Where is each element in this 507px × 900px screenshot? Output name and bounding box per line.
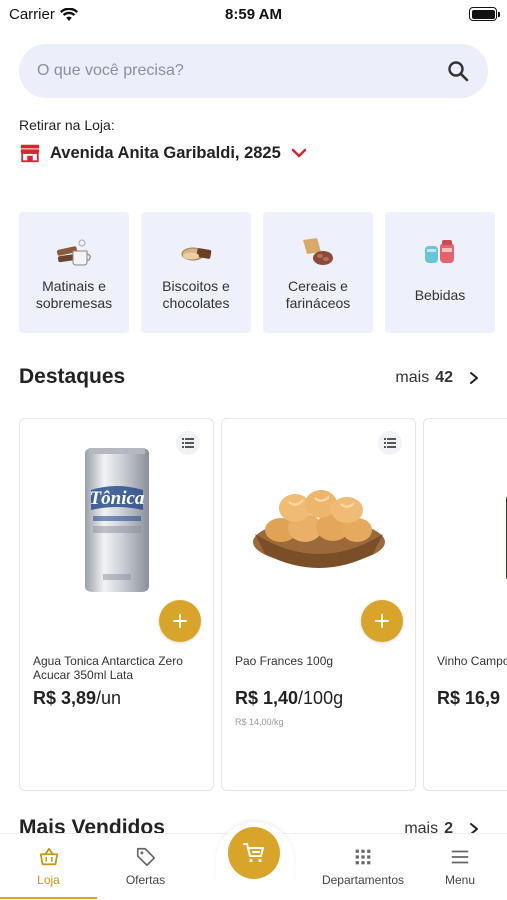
cereals-icon <box>303 238 333 265</box>
active-indicator <box>0 897 97 899</box>
category-label: Matinais e sobremesas <box>35 278 113 311</box>
product-price: R$ 3,89/un <box>33 688 121 709</box>
wine-bottle-image[interactable] <box>424 435 507 605</box>
category-card-cereals[interactable]: Cereais e farináceos <box>263 212 373 333</box>
highlights-title: Destaques <box>19 365 126 388</box>
battery-icon <box>469 7 500 21</box>
chevron-right-icon[interactable] <box>467 371 481 385</box>
product-price: R$ 1,40/100g <box>235 688 343 709</box>
add-to-cart-button[interactable] <box>159 600 201 642</box>
status-bar: Carrier 8:59 AM <box>0 0 507 30</box>
add-to-cart-button[interactable] <box>361 600 403 642</box>
product-unit-price: R$ 14,00/kg <box>235 717 284 727</box>
status-time: 8:59 AM <box>225 6 282 23</box>
price-value: R$ 3,89 <box>33 688 97 708</box>
nav-label: Menu <box>444 873 476 887</box>
nav-label: Ofertas <box>125 873 166 887</box>
category-card-drinks[interactable]: Bebidas <box>385 212 495 333</box>
chevron-down-icon[interactable] <box>290 144 308 162</box>
svg-text:Tônica: Tônica <box>89 488 144 509</box>
category-card-breakfast[interactable]: Matinais e sobremesas <box>19 212 129 333</box>
store-name[interactable]: Avenida Anita Garibaldi, 2825 <box>50 144 281 163</box>
category-label: Cereais e farináceos <box>285 278 351 311</box>
highlights-carousel[interactable]: Tônica Agua Tonica Antarctica Zero Acuca… <box>19 418 507 792</box>
product-card[interactable]: Pao Frances 100g R$ 1,40/100g R$ 14,00/k… <box>221 418 416 791</box>
product-name[interactable]: Agua Tonica Antarctica Zero Acucar 350ml… <box>33 654 208 682</box>
category-list: Matinais e sobremesas Biscoitos e chocol… <box>19 212 495 333</box>
nav-label: Loja <box>37 873 60 887</box>
more-prefix: mais <box>395 369 430 386</box>
hamburger-icon <box>451 850 469 864</box>
product-name[interactable]: Vinho Campo Seco 750ml <box>437 654 507 668</box>
grid-icon <box>355 849 371 865</box>
search-bar[interactable] <box>19 44 488 98</box>
price-unit: /un <box>96 688 122 708</box>
store-icon <box>20 144 40 163</box>
price-unit: /100g <box>298 688 344 708</box>
more-count: 42 <box>435 369 453 386</box>
breakfast-icon <box>56 239 91 266</box>
nav-item-ofertas[interactable]: Ofertas <box>97 834 194 900</box>
nav-item-departamentos[interactable]: Departamentos <box>313 834 413 900</box>
highlights-more-link[interactable]: mais 42 <box>395 369 481 387</box>
biscuits-icon <box>181 247 212 261</box>
price-value: R$ 16,9 <box>437 688 501 708</box>
nav-item-loja[interactable]: Loja <box>0 834 97 900</box>
bread-basket-image[interactable] <box>222 435 415 605</box>
nav-label: Departamentos <box>321 873 405 887</box>
pickup-label: Retirar na Loja: <box>19 117 115 133</box>
search-icon[interactable] <box>446 59 470 83</box>
nav-item-menu[interactable]: Menu <box>413 834 507 900</box>
tonic-can-image[interactable]: Tônica <box>20 435 213 605</box>
cart-icon <box>243 843 264 863</box>
price-value: R$ 1,40 <box>235 688 299 708</box>
drinks-icon <box>425 240 454 263</box>
category-label: Bebidas <box>414 286 466 303</box>
store-selector[interactable]: Avenida Anita Garibaldi, 2825 <box>19 142 308 164</box>
product-price: R$ 16,9 <box>437 688 500 709</box>
category-label: Biscoitos e chocolates <box>162 278 230 311</box>
basket-icon <box>39 847 58 866</box>
search-input[interactable] <box>37 62 446 80</box>
product-card[interactable]: Tônica Agua Tonica Antarctica Zero Acuca… <box>19 418 214 791</box>
tag-icon <box>136 847 155 867</box>
product-card[interactable]: Vinho Campo Seco 750ml R$ 16,9 <box>423 418 507 791</box>
product-name[interactable]: Pao Frances 100g <box>235 654 410 668</box>
cart-button[interactable] <box>228 827 280 879</box>
category-card-biscuits[interactable]: Biscoitos e chocolates <box>141 212 251 333</box>
